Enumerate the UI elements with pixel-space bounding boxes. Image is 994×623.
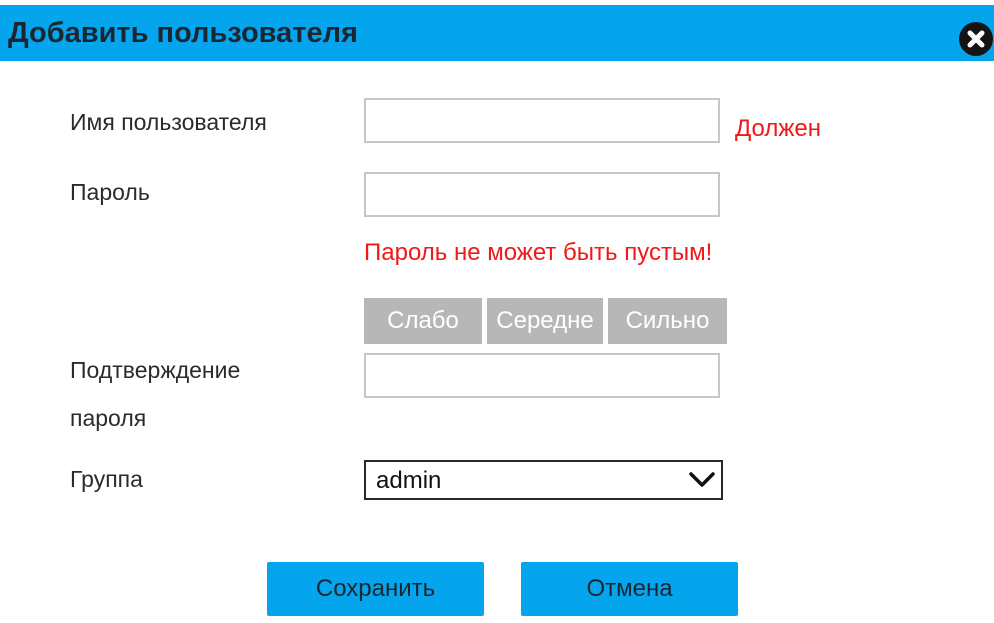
password-label: Пароль [70, 179, 150, 205]
confirm-password-input[interactable] [364, 353, 720, 398]
close-icon [967, 30, 985, 48]
confirm-password-label-line2: пароля [70, 405, 147, 431]
strength-medium: Середне [487, 298, 603, 344]
strength-strong: Сильно [608, 298, 727, 344]
dialog-titlebar: Добавить пользователя [0, 5, 994, 61]
group-select[interactable]: admin [364, 460, 723, 500]
group-selected-value: admin [376, 467, 442, 494]
dialog-title: Добавить пользователя [8, 17, 358, 49]
password-error-text: Пароль не может быть пустым! [364, 239, 713, 266]
strength-weak: Слабо [364, 298, 482, 344]
username-label: Имя пользователя [70, 109, 267, 135]
chevron-down-icon [689, 472, 715, 487]
password-input[interactable] [364, 172, 720, 217]
group-label: Группа [70, 466, 143, 492]
username-required-text: Должен [735, 115, 822, 142]
add-user-dialog: Добавить пользователя Имя пользователя Д… [0, 0, 994, 623]
username-input[interactable] [364, 98, 720, 143]
confirm-password-label-line1: Подтверждение [70, 357, 241, 383]
cancel-button[interactable]: Отмена [521, 562, 738, 616]
save-button[interactable]: Сохранить [267, 562, 484, 616]
close-button[interactable] [959, 22, 993, 56]
